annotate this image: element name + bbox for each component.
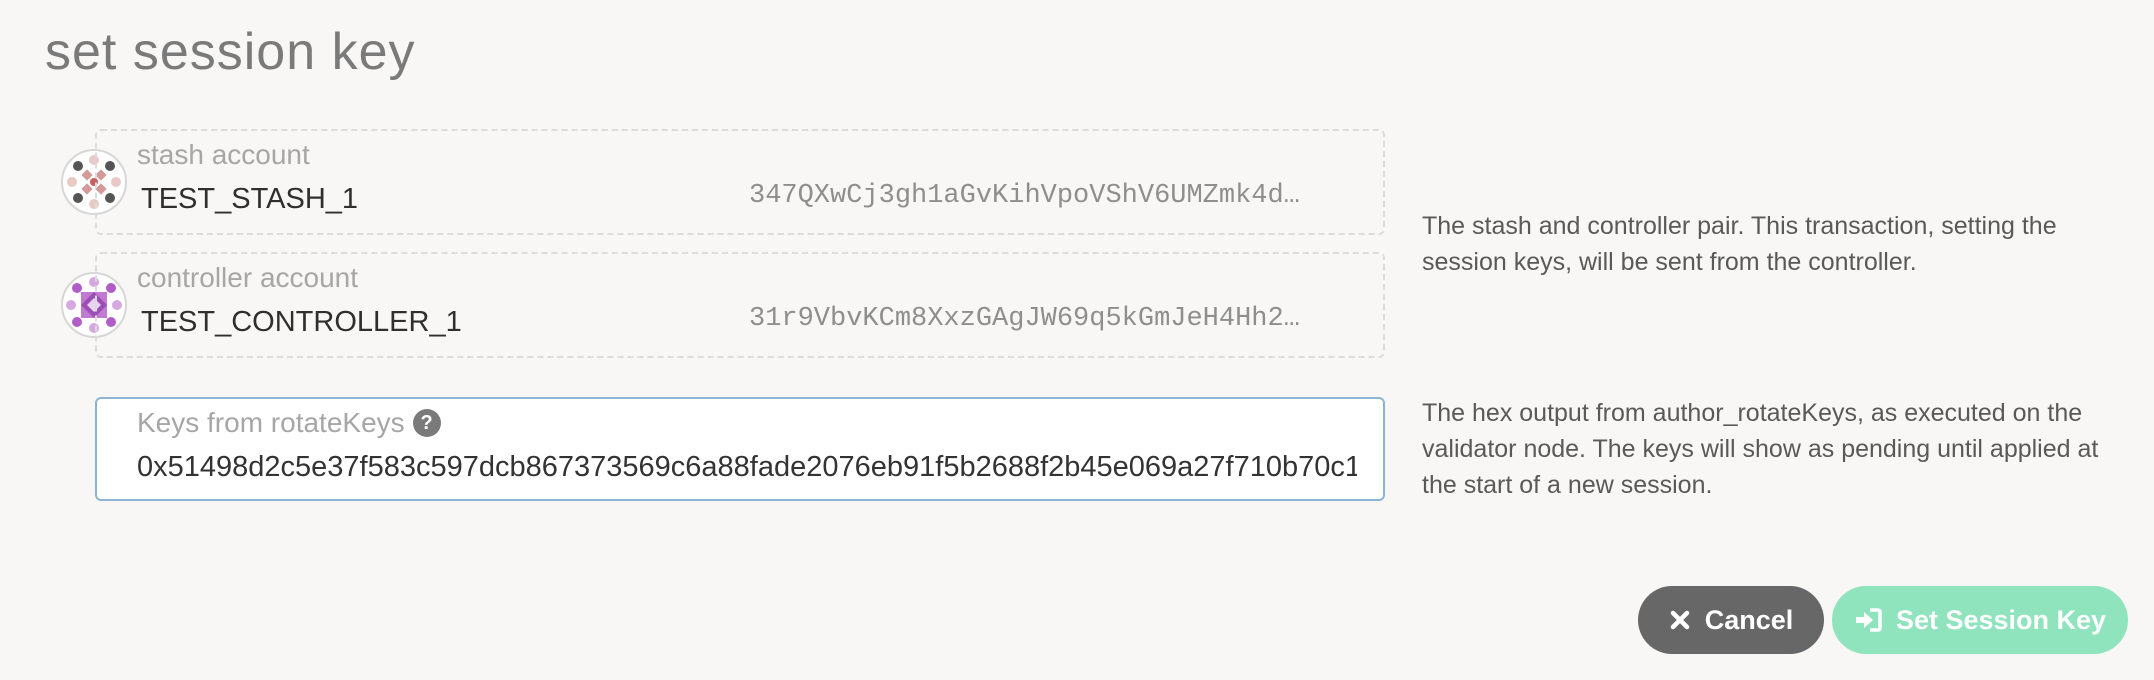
- stash-account-field[interactable]: stash account TEST_STASH_1 347QXwCj3gh1a…: [95, 129, 1385, 235]
- controller-account-label: controller account: [137, 262, 359, 293]
- rotate-keys-field[interactable]: Keys from rotateKeys ?: [95, 397, 1385, 501]
- sign-in-icon: [1854, 607, 1882, 633]
- controller-account-address: 31r9VbvKCm8XxzGAgJW69q5kGmJeH4Hh2…: [749, 304, 1300, 334]
- stash-account-label: stash account: [137, 139, 310, 170]
- keys-help-text: The hex output from author_rotateKeys, a…: [1422, 399, 2099, 499]
- set-session-key-label: Set Session Key: [1895, 604, 2107, 635]
- stash-account-name: TEST_STASH_1: [141, 183, 359, 215]
- stash-account-address: 347QXwCj3gh1aGvKihVpoVShV6UMZmk4d…: [749, 181, 1300, 211]
- controller-account-field[interactable]: controller account TEST_CONTROLLER_1 31r…: [95, 252, 1385, 358]
- rotate-keys-input[interactable]: [137, 451, 1357, 484]
- set-session-key-button[interactable]: Set Session Key: [1832, 586, 2128, 654]
- cancel-button-label: Cancel: [1704, 604, 1794, 635]
- close-icon: [1669, 609, 1691, 631]
- question-circle-icon[interactable]: ?: [412, 409, 441, 437]
- rotate-keys-label-row: Keys from rotateKeys ?: [137, 407, 441, 439]
- accounts-help-text: The stash and controller pair. This tran…: [1422, 212, 2057, 276]
- cancel-button[interactable]: Cancel: [1638, 586, 1824, 654]
- controller-account-name: TEST_CONTROLLER_1: [141, 306, 462, 338]
- modal-title: set session key: [45, 23, 416, 81]
- rotate-keys-label: Keys from rotateKeys: [137, 407, 405, 438]
